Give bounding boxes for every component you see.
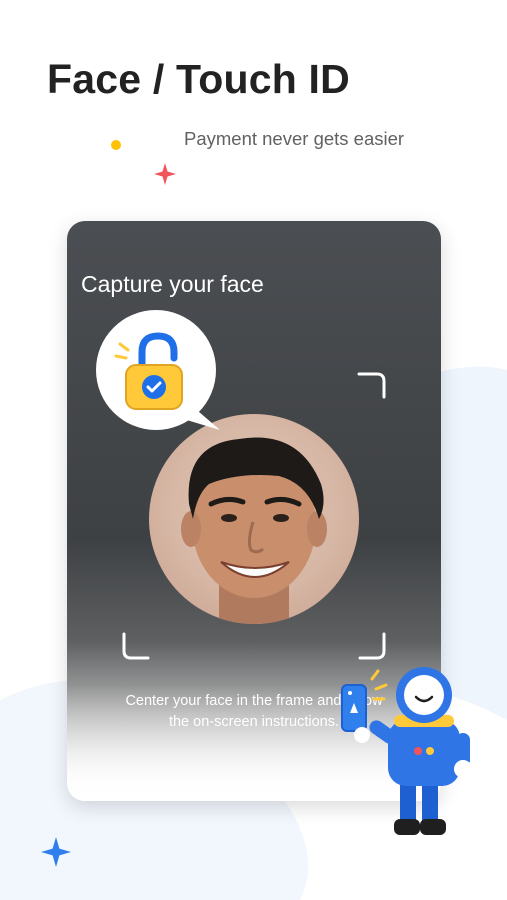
sparkle-icon xyxy=(41,837,71,867)
card-title: Capture your face xyxy=(81,271,264,297)
face-preview xyxy=(149,414,359,624)
page-subtitle: Payment never gets easier xyxy=(184,128,405,149)
sparkle-icon xyxy=(154,163,176,185)
astronaut-illustration xyxy=(341,667,472,835)
lock-speech-bubble xyxy=(96,310,220,430)
face-illustration xyxy=(181,437,327,624)
page-title: Face / Touch ID xyxy=(47,56,350,102)
decorative-dot xyxy=(111,140,121,150)
face-frame-corner-icon xyxy=(357,372,386,399)
